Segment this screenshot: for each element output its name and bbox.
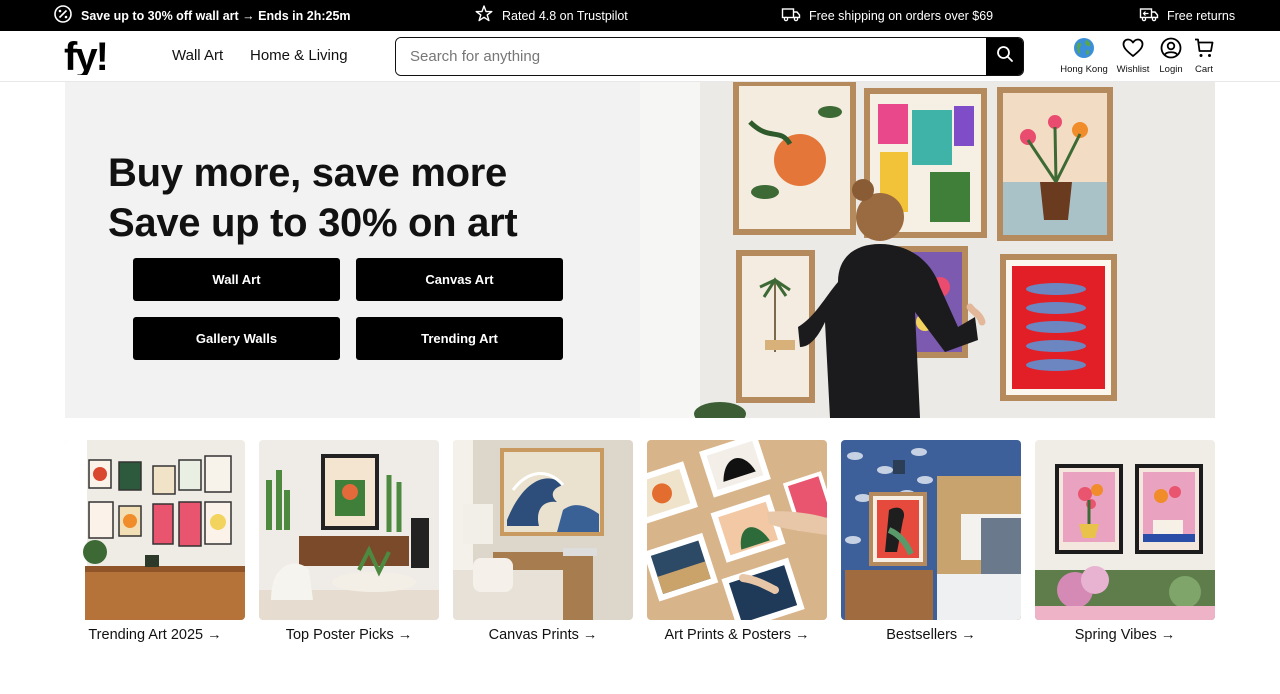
- category-label: Art Prints & Posters →: [664, 627, 810, 643]
- category-image: [841, 440, 1021, 620]
- region-selector[interactable]: Hong Kong: [1057, 36, 1111, 75]
- site-header: fy! Wall Art Home & Living Hong Kong Wis…: [0, 31, 1280, 82]
- category-tile-canvas-prints[interactable]: Canvas Prints →: [453, 440, 633, 643]
- stars-icon: [474, 4, 494, 27]
- globe-icon: [1072, 36, 1096, 60]
- hero-text-panel: Buy more, save more Save up to 30% on ar…: [65, 82, 640, 418]
- wall-art-button[interactable]: Wall Art: [133, 258, 340, 301]
- category-label: Spring Vibes →: [1074, 627, 1176, 643]
- returns-info[interactable]: Free returns: [1139, 0, 1235, 31]
- rating-text: Rated 4.8 on Trustpilot: [502, 8, 628, 23]
- hero-title-line1: Buy more, save more: [108, 151, 507, 195]
- nav-wall-art[interactable]: Wall Art: [172, 47, 223, 64]
- category-label: Bestsellers →: [886, 627, 976, 643]
- region-label: Hong Kong: [1060, 64, 1108, 75]
- sale-banner[interactable]: Save up to 30% off wall art → Ends in 2h…: [53, 0, 351, 31]
- hero-banner: Buy more, save more Save up to 30% on ar…: [65, 82, 1215, 418]
- returns-text: Free returns: [1167, 8, 1236, 23]
- heart-icon: [1121, 36, 1145, 60]
- shipping-info[interactable]: Free shipping on orders over $69: [781, 0, 993, 31]
- canvas-art-button[interactable]: Canvas Art: [356, 258, 563, 301]
- hero-title: Buy more, save more Save up to 30% on ar…: [108, 148, 518, 248]
- search-input[interactable]: [396, 38, 986, 75]
- category-tile-bestsellers[interactable]: Bestsellers →: [841, 440, 1021, 643]
- gallery-walls-button[interactable]: Gallery Walls: [133, 317, 340, 360]
- nav-home-living[interactable]: Home & Living: [250, 47, 348, 64]
- category-label: Top Poster Picks →: [285, 627, 413, 643]
- search-bar: [395, 37, 1024, 76]
- search-button[interactable]: [986, 38, 1023, 75]
- discount-icon: [53, 4, 73, 27]
- svg-text:fy!: fy!: [64, 39, 107, 75]
- hero-image[interactable]: [640, 82, 1215, 418]
- trustpilot-rating[interactable]: Rated 4.8 on Trustpilot: [474, 0, 628, 31]
- site-logo[interactable]: fy!: [64, 35, 134, 79]
- cart-icon: [1192, 36, 1216, 60]
- promo-bar: Save up to 30% off wall art → Ends in 2h…: [0, 0, 1280, 31]
- truck-icon: [781, 4, 801, 27]
- category-tile-top-poster-picks[interactable]: Top Poster Picks →: [259, 440, 439, 643]
- category-label: Trending Art 2025 →: [88, 627, 222, 643]
- category-image: [647, 440, 827, 620]
- hero-title-line2: Save up to 30% on art: [108, 201, 518, 245]
- category-image: [1035, 440, 1215, 620]
- cart-button[interactable]: Cart: [1177, 36, 1231, 75]
- category-image: [65, 440, 245, 620]
- sale-text: Save up to 30% off wall art → Ends in 2h…: [81, 8, 351, 23]
- category-image: [453, 440, 633, 620]
- shipping-text: Free shipping on orders over $69: [809, 8, 994, 23]
- return-truck-icon: [1139, 4, 1159, 27]
- hero-illustration: [640, 82, 1215, 418]
- cart-label: Cart: [1195, 64, 1213, 75]
- trending-art-button[interactable]: Trending Art: [356, 317, 563, 360]
- category-label: Canvas Prints →: [488, 627, 598, 643]
- search-icon: [996, 45, 1014, 68]
- category-tile-trending-art[interactable]: Trending Art 2025 →: [65, 440, 245, 643]
- category-tile-spring-vibes[interactable]: Spring Vibes →: [1035, 440, 1215, 643]
- category-image: [259, 440, 439, 620]
- category-tile-art-prints-posters[interactable]: Art Prints & Posters →: [647, 440, 827, 643]
